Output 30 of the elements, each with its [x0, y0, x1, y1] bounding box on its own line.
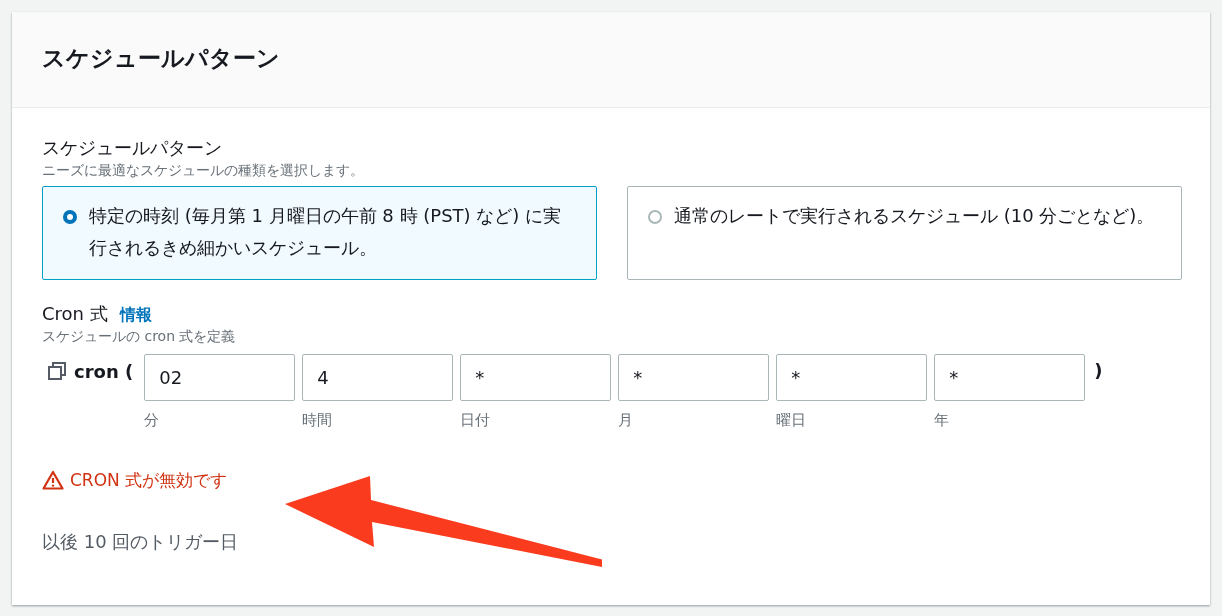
radio-option[interactable]: 通常のレートで実行されるスケジュール (10 分ごとなど)。: [627, 186, 1182, 280]
radio-label: 通常のレートで実行されるスケジュール (10 分ごとなど)。: [674, 204, 1155, 228]
field-label: スケジュールパターン: [42, 136, 222, 160]
field-description: ニーズに最適なスケジュールの種類を選択します。: [42, 161, 364, 180]
radio-label: 特定の時刻 (毎月第 1 月曜日の午前 8 時 (PST) など) に実行されるきめ細かいスケジュール。: [89, 204, 563, 260]
cron-input-field[interactable]: *: [618, 354, 770, 401]
cron-input-field[interactable]: *: [934, 354, 1086, 401]
info-link[interactable]: 情報: [119, 305, 152, 326]
field-label: Cron 式: [42, 302, 108, 326]
field-label: 分: [144, 410, 161, 430]
field-label: 日付: [460, 410, 492, 430]
cron-prefix: cron (: [74, 360, 134, 382]
radio-button[interactable]: [648, 210, 662, 224]
section-label: 以後 10 回のトリガー日: [42, 530, 239, 554]
field-description: スケジュールの cron 式を定義: [42, 327, 236, 346]
field-label: 曜日: [776, 410, 808, 430]
warning-icon: [42, 470, 64, 490]
radio-button[interactable]: [63, 210, 77, 224]
cron-suffix: ): [1094, 359, 1103, 383]
field-label: 月: [618, 410, 635, 430]
copy-icon[interactable]: [48, 362, 66, 380]
cron-input-field[interactable]: 02: [144, 354, 296, 401]
cron-input-field[interactable]: 4: [302, 354, 454, 401]
cron-input-field[interactable]: *: [460, 354, 612, 401]
panel-title: スケジュールパターン: [42, 44, 280, 73]
radio-option[interactable]: 特定の時刻 (毎月第 1 月曜日の午前 8 時 (PST) など) に実行されるきめ細かいスケジュール。: [42, 186, 597, 280]
error-message: CRON 式が無効です: [70, 469, 228, 492]
cron-input-field[interactable]: *: [776, 354, 928, 401]
field-label: 年: [934, 410, 951, 430]
field-label: 時間: [302, 410, 334, 430]
